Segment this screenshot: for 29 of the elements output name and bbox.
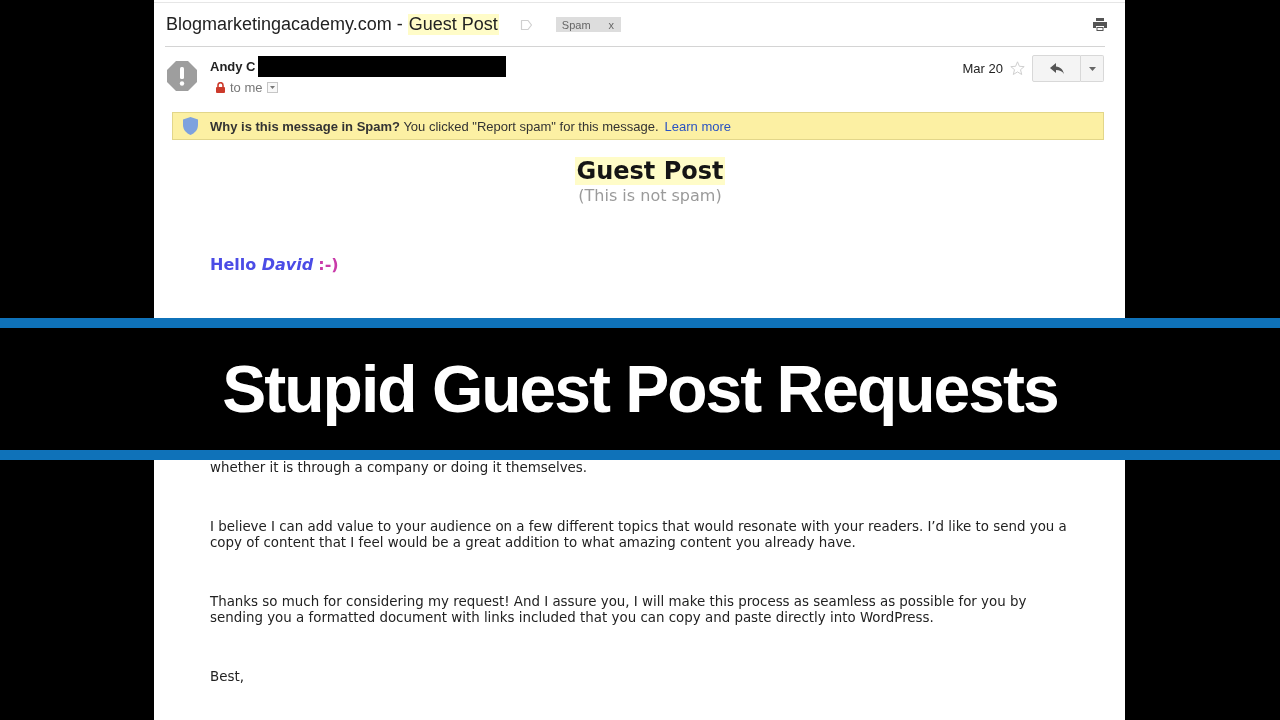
caret-icon: [269, 85, 275, 89]
subject-text: Blogmarketingacademy.com -: [165, 14, 404, 35]
shield-icon: [183, 117, 198, 135]
print-icon[interactable]: [1093, 18, 1107, 31]
message-subtitle: (This is not spam): [578, 186, 722, 206]
reply-button[interactable]: [1032, 55, 1081, 82]
emoticon-text: :-): [318, 255, 339, 275]
recipient-text: to me: [230, 79, 263, 95]
alert-icon: [167, 61, 197, 91]
banner-title: Stupid Guest Post Requests: [222, 351, 1058, 428]
subject-text: Guest Post: [407, 14, 499, 35]
reply-arrow-icon: [1049, 63, 1064, 74]
label-name: Spam: [561, 18, 591, 31]
details-dropdown-button[interactable]: [266, 81, 278, 93]
message-title: Guest Post: [575, 157, 725, 185]
body-paragraph: Best,: [210, 669, 245, 685]
star-icon[interactable]: [1010, 61, 1025, 76]
body-paragraph: I believe I can add value to your audience on a few different topics that would resonate with your readers. I’d like to send you a copy of content that I feel would be a great addition to what amazing content you already have.: [210, 519, 1068, 551]
spam-notice-text: Why is this message in Spam? You clicked "Report spam" for this message.: [210, 118, 659, 134]
date-text: Mar 20: [962, 61, 1003, 76]
body-paragraph: whether it is through a company or doing it themselves.: [210, 460, 589, 476]
caret-icon: [1088, 66, 1096, 71]
lock-icon: [216, 81, 225, 93]
greeting-text: Hello David: [210, 255, 314, 275]
remove-label-button[interactable]: x: [608, 18, 615, 31]
body-paragraph: Thanks so much for considering my request! And I assure you, I will make this process as seamless as possible for you by sending you a formatted document with links included that you can copy and paste directly into WordPress.: [210, 594, 1028, 626]
more-options-button[interactable]: [1081, 55, 1104, 82]
sender-name: Andy C: [210, 59, 256, 74]
learn-more-link[interactable]: Learn more: [664, 118, 731, 134]
